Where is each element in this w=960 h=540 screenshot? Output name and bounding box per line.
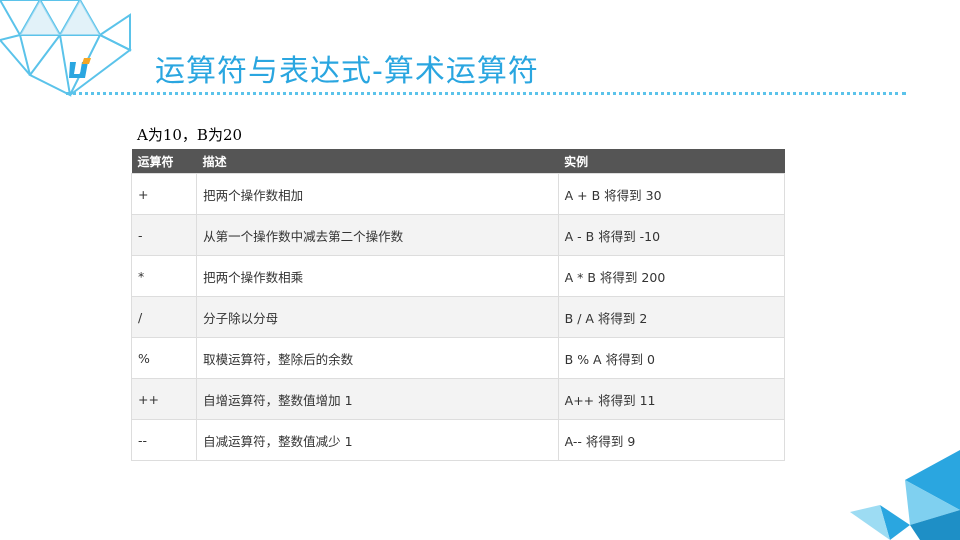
description-cell: 自增运算符，整数值增加 1 bbox=[196, 378, 559, 420]
example-cell: A - B 将得到 -10 bbox=[557, 214, 786, 256]
operator-cell: -- bbox=[130, 419, 198, 461]
example-cell: A++ 将得到 11 bbox=[557, 378, 786, 420]
page-title: 运算符与表达式-算术运算符 bbox=[155, 54, 539, 89]
corner-triangle-decoration bbox=[0, 0, 132, 97]
brand-logo bbox=[66, 58, 92, 84]
example-cell: A * B 将得到 200 bbox=[557, 255, 786, 297]
description-cell: 取模运算符，整除后的余数 bbox=[196, 337, 559, 379]
example-cell: B / A 将得到 2 bbox=[557, 296, 786, 338]
table-header-row: 运算符 描述 实例 bbox=[131, 149, 785, 174]
description-cell: 把两个操作数相乘 bbox=[196, 255, 559, 297]
operator-cell: - bbox=[130, 214, 198, 256]
example-cell: B % A 将得到 0 bbox=[557, 337, 786, 379]
description-cell: 自减运算符，整数值减少 1 bbox=[196, 419, 559, 461]
description-cell: 从第一个操作数中减去第二个操作数 bbox=[196, 214, 559, 256]
table-row: - 从第一个操作数中减去第二个操作数 A - B 将得到 -10 bbox=[130, 214, 786, 256]
column-header-description: 描述 bbox=[196, 149, 559, 174]
example-cell: A + B 将得到 30 bbox=[557, 173, 786, 215]
table-row: % 取模运算符，整除后的余数 B % A 将得到 0 bbox=[130, 337, 786, 379]
example-cell: A-- 将得到 9 bbox=[557, 419, 786, 461]
table-row: / 分子除以分母 B / A 将得到 2 bbox=[130, 296, 786, 338]
description-cell: 把两个操作数相加 bbox=[196, 173, 559, 215]
operator-cell: * bbox=[130, 255, 198, 297]
title-divider bbox=[66, 92, 906, 95]
operator-cell: % bbox=[130, 337, 198, 379]
table-row: ++ 自增运算符，整数值增加 1 A++ 将得到 11 bbox=[130, 378, 786, 420]
operator-cell: ++ bbox=[130, 378, 198, 420]
arithmetic-operators-table: 运算符 描述 实例 + 把两个操作数相加 A + B 将得到 30 - 从第一个… bbox=[130, 149, 786, 461]
operator-cell: + bbox=[130, 173, 198, 215]
table-row: -- 自减运算符，整数值减少 1 A-- 将得到 9 bbox=[130, 419, 786, 461]
table-row: + 把两个操作数相加 A + B 将得到 30 bbox=[130, 173, 786, 215]
operator-cell: / bbox=[130, 296, 198, 338]
variables-note: A为10，B为20 bbox=[137, 126, 243, 144]
column-header-example: 实例 bbox=[558, 149, 785, 174]
column-header-operator: 运算符 bbox=[131, 149, 197, 174]
description-cell: 分子除以分母 bbox=[196, 296, 559, 338]
corner-triangle-decoration-bottom bbox=[850, 450, 960, 540]
table-row: * 把两个操作数相乘 A * B 将得到 200 bbox=[130, 255, 786, 297]
